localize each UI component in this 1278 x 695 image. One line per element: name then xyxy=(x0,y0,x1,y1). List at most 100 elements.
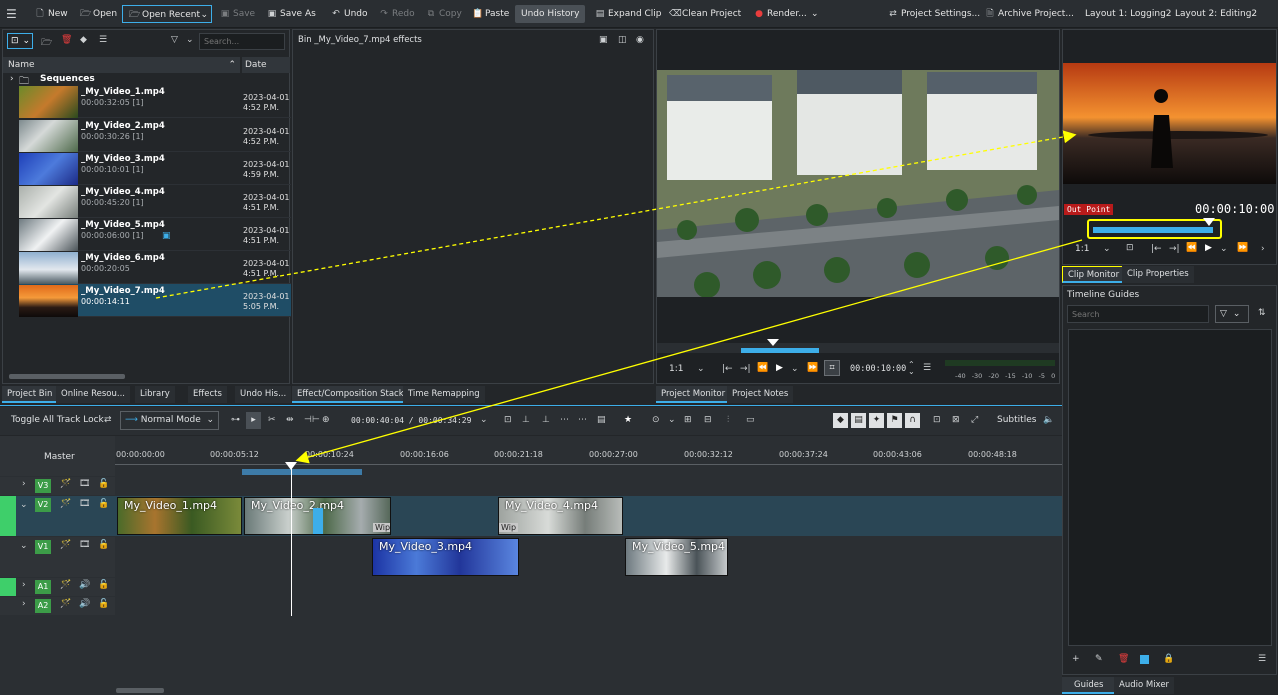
composite-icon[interactable]: ⊞ xyxy=(684,415,692,425)
film-icon[interactable]: 🎞 xyxy=(79,540,90,550)
lock-icon[interactable]: 🔓 xyxy=(98,499,109,509)
chevron-right-icon[interactable]: › xyxy=(22,479,26,489)
timeline-clip[interactable]: My_Video_2.mp4 Wip xyxy=(244,497,391,535)
tab-clip-properties[interactable]: Clip Properties xyxy=(1122,266,1194,283)
wipe-transition[interactable]: Wip xyxy=(373,523,390,532)
extract-icon[interactable]: ⋯ xyxy=(560,415,569,425)
bin-search-input[interactable] xyxy=(199,33,285,50)
clean-project-button[interactable]: ⌫Clean Project xyxy=(669,5,741,23)
delete-icon[interactable]: 🗑 xyxy=(1118,654,1129,664)
horizontal-scrollbar[interactable] xyxy=(9,374,125,379)
view-mode-button[interactable]: ⊡ ⌄ xyxy=(7,33,33,49)
select-tool-icon[interactable]: ▸ xyxy=(246,412,261,429)
track-name-v1[interactable]: V1 xyxy=(35,540,51,554)
tab-online-resources[interactable]: Online Resou... xyxy=(56,386,130,403)
multitrack-icon[interactable]: ⊶ xyxy=(231,415,240,425)
bin-clip-row[interactable]: _My_Video_4.mp4 00:00:45:20 [1] 2023-04-… xyxy=(19,185,291,218)
col-header-date[interactable]: Date xyxy=(241,57,290,73)
speaker-icon[interactable]: 🔊 xyxy=(79,599,90,609)
archive-project-button[interactable]: 🗎 Archive Project... xyxy=(985,5,1074,23)
chevron-down-icon[interactable]: ⌄ xyxy=(791,364,799,374)
undo-button[interactable]: ↶ Undo xyxy=(331,5,367,23)
fit-zoom-icon[interactable]: ⊡ xyxy=(933,415,941,425)
insert-icon[interactable]: ⊡ xyxy=(504,415,512,425)
tab-project-bin[interactable]: Project Bin xyxy=(2,386,58,403)
rewind-icon[interactable]: ⏪ xyxy=(757,363,768,373)
monitor-icon[interactable]: ▭ xyxy=(746,415,755,425)
tab-clip-monitor[interactable]: Clip Monitor xyxy=(1062,266,1126,283)
chevron-down-icon[interactable]: ⌄ xyxy=(20,541,28,551)
menu-icon[interactable]: ☰ xyxy=(1258,654,1266,664)
track-name-v3[interactable]: V3 xyxy=(35,479,51,493)
track-active-indicator[interactable] xyxy=(0,578,16,596)
set-in-icon[interactable]: |⁠← xyxy=(722,364,733,374)
set-in-icon[interactable]: |← xyxy=(1151,244,1162,254)
project-monitor-timecode[interactable]: 00:00:10:00 xyxy=(850,364,906,374)
tag-icon[interactable]: ◆ xyxy=(833,413,848,428)
add-folder-icon[interactable]: 🗁 xyxy=(41,35,52,51)
chevron-down-icon[interactable]: ⌄ xyxy=(1220,244,1228,254)
layout-2-button[interactable]: Layout 2: Editing2 xyxy=(1175,5,1257,23)
guides-list[interactable] xyxy=(1068,329,1272,646)
zoom-out-icon[interactable]: ⊠ xyxy=(952,415,960,425)
timeline-clip[interactable]: My_Video_3.mp4 xyxy=(372,538,519,576)
tab-audio-mixer[interactable]: Audio Mixer xyxy=(1114,677,1175,694)
clip-monitor-timecode[interactable]: 00:00:10:00 xyxy=(1195,202,1274,216)
tab-time-remapping[interactable]: Time Remapping xyxy=(403,386,485,403)
tab-guides[interactable]: Guides xyxy=(1062,677,1116,694)
track-name-a1[interactable]: A1 xyxy=(35,580,51,594)
save-button[interactable]: ▣ Save xyxy=(220,5,255,23)
timeline-playhead[interactable] xyxy=(291,468,292,616)
edit-mode-select[interactable]: ⟶ Normal Mode ⌄ xyxy=(120,411,219,430)
timeline-zone[interactable] xyxy=(242,469,362,475)
expand-arrow-icon[interactable]: › xyxy=(10,74,14,84)
chevron-down-icon[interactable]: ⌄ xyxy=(20,500,28,510)
timeline-scrollbar[interactable] xyxy=(116,688,164,693)
swap-icon[interactable]: ⇄ xyxy=(104,415,112,425)
monitor-ruler[interactable] xyxy=(657,339,1059,353)
chevron-right-icon[interactable]: › xyxy=(22,599,26,609)
bin-clip-row-selected[interactable]: _My_Video_7.mp4 00:00:14:11 2023-04-01 5:… xyxy=(19,284,291,317)
chevron-down-icon[interactable]: ⌄ xyxy=(668,415,676,425)
snap-icon[interactable]: ∩ xyxy=(905,413,920,428)
bin-clip-row[interactable]: _My_Video_2.mp4 00:00:30:26 [1] 2023-04-… xyxy=(19,119,291,152)
new-button[interactable]: 🗋 New xyxy=(35,5,67,23)
play-icon[interactable]: ▶ xyxy=(776,363,783,373)
thumbnail-icon[interactable]: ▤ xyxy=(851,413,866,428)
guides-filter-button[interactable]: ▽ ⌄ xyxy=(1215,305,1249,323)
ripple-icon[interactable]: ⊣⊢ xyxy=(304,415,320,425)
render-dropdown[interactable]: ⌄ xyxy=(811,5,819,23)
spinner-icon[interactable]: ⌃ ⌄ xyxy=(908,361,915,376)
track-name-a2[interactable]: A2 xyxy=(35,599,51,613)
menu-icon[interactable]: ☰ xyxy=(99,35,107,45)
chevron-right-icon[interactable]: › xyxy=(22,580,26,590)
favorite-star-icon[interactable]: ★ xyxy=(624,415,632,425)
set-out-icon[interactable]: →| xyxy=(1169,244,1180,254)
master-label[interactable]: Master xyxy=(44,452,75,462)
clip-monitor-zoom[interactable]: 1:1 xyxy=(1075,244,1089,254)
timeline-clip[interactable]: My_Video_5.mp4 xyxy=(625,538,728,576)
project-monitor-zoom[interactable]: 1:1 xyxy=(669,364,683,374)
redo-button[interactable]: ↷ Redo xyxy=(379,5,414,23)
waveform-icon[interactable]: ✦ xyxy=(869,413,884,428)
safe-zone-icon[interactable]: ⊡ xyxy=(1126,243,1134,253)
zone-to-bin-icon[interactable]: ▤ xyxy=(597,415,606,425)
forward-icon[interactable]: ⏩ xyxy=(807,363,818,373)
toggle-track-lock-button[interactable]: Toggle All Track Lock xyxy=(11,415,104,425)
bin-clip-row[interactable]: _My_Video_6.mp4 00:00:20:05 2023-04-01 4:… xyxy=(19,251,291,284)
guides-search-input[interactable] xyxy=(1067,305,1209,323)
open-recent-button[interactable]: 🗁 Open Recent ⌄ xyxy=(122,5,212,23)
track-name-v2[interactable]: V2 xyxy=(35,498,51,512)
playhead-marker-icon[interactable] xyxy=(767,339,779,346)
play-icon[interactable]: ▶ xyxy=(1205,243,1212,253)
tag-icon[interactable]: ◆ xyxy=(80,35,87,45)
lock-icon[interactable]: 🔒 xyxy=(1163,654,1174,664)
lock-icon[interactable]: 🔓 xyxy=(98,599,109,609)
lock-icon[interactable]: 🔓 xyxy=(98,540,109,550)
extract-zone-icon[interactable]: ⋯ xyxy=(578,415,587,425)
set-out-icon[interactable]: →| xyxy=(740,364,751,374)
overwrite-icon[interactable]: ⊥ xyxy=(522,415,530,425)
layout-1-button[interactable]: Layout 1: Logging2 xyxy=(1085,5,1172,23)
lock-icon[interactable]: 🔓 xyxy=(98,479,109,489)
timeline-position[interactable]: 00:00:40:04 / 00:00:34:29 xyxy=(351,416,471,425)
